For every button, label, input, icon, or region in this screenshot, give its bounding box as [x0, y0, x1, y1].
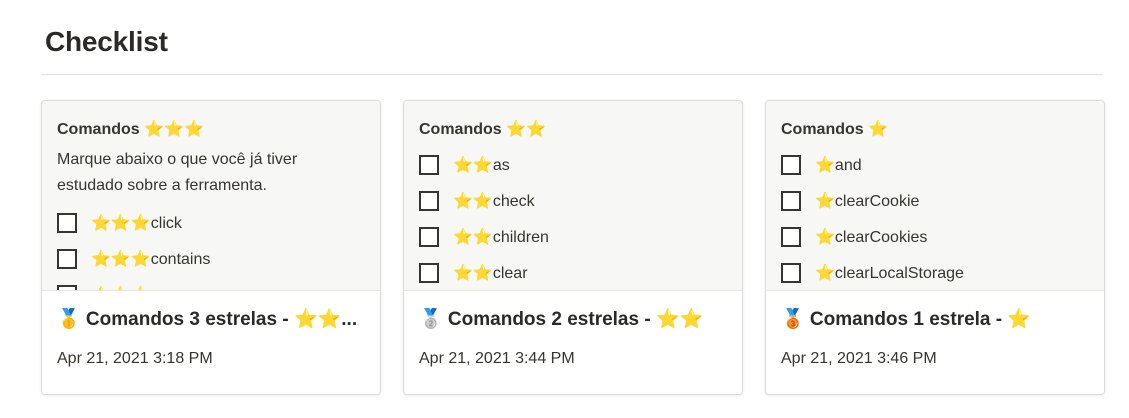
card-name[interactable]: 🥉 Comandos 1 estrela - ⭐: [781, 306, 1094, 334]
checkbox[interactable]: [57, 285, 77, 290]
todo-item: ⭐clearCookie: [781, 183, 1089, 219]
todo-label: ⭐⭐clear: [453, 265, 528, 282]
checkbox[interactable]: [781, 191, 801, 211]
checkbox[interactable]: [781, 263, 801, 283]
todo-item: ⭐and: [781, 147, 1089, 183]
todo-label: ⭐and: [815, 157, 862, 174]
preview-title: Comandos ⭐⭐⭐: [57, 121, 204, 138]
checkbox[interactable]: [419, 263, 439, 283]
title-divider: [41, 74, 1103, 75]
gallery-card[interactable]: Comandos ⭐ ⭐and ⭐clearCookie ⭐clearCooki…: [765, 100, 1105, 395]
page-title: Checklist: [45, 26, 168, 57]
checkbox[interactable]: [781, 155, 801, 175]
card-date: Apr 21, 2021 3:18 PM: [57, 350, 213, 367]
card-preview: Comandos ⭐ ⭐and ⭐clearCookie ⭐clearCooki…: [766, 101, 1104, 291]
card-preview: Comandos ⭐⭐ ⭐⭐as ⭐⭐check ⭐⭐children ⭐⭐cl…: [404, 101, 742, 291]
todo-item: ⭐⭐⭐click: [57, 205, 365, 241]
card-footer: 🥇 Comandos 3 estrelas - ⭐⭐... Apr 21, 20…: [57, 306, 370, 368]
preview-title: Comandos ⭐: [781, 121, 889, 138]
gallery-card[interactable]: Comandos ⭐⭐ ⭐⭐as ⭐⭐check ⭐⭐children ⭐⭐cl…: [403, 100, 743, 395]
todo-label: ⭐clearCookie: [815, 193, 920, 210]
todo-label: ⭐⭐⭐: [91, 285, 151, 290]
checkbox[interactable]: [57, 213, 77, 233]
todo-item: ⭐⭐as: [419, 147, 727, 183]
card-date: Apr 21, 2021 3:46 PM: [781, 350, 937, 367]
checkbox[interactable]: [419, 227, 439, 247]
todo-label: ⭐clearLocalStorage: [815, 265, 964, 282]
card-preview: Comandos ⭐⭐⭐ Marque abaixo o que você já…: [42, 101, 380, 291]
preview-title: Comandos ⭐⭐: [419, 121, 546, 138]
checkbox[interactable]: [419, 155, 439, 175]
card-name[interactable]: 🥇 Comandos 3 estrelas - ⭐⭐...: [57, 306, 370, 334]
checkbox[interactable]: [57, 249, 77, 269]
todo-label: ⭐⭐⭐contains: [91, 251, 211, 268]
checkbox[interactable]: [419, 191, 439, 211]
todo-label: ⭐⭐as: [453, 157, 510, 174]
gallery-card[interactable]: Comandos ⭐⭐⭐ Marque abaixo o que você já…: [41, 100, 381, 395]
todo-item: ⭐⭐check: [419, 183, 727, 219]
todo-label: ⭐⭐⭐click: [91, 215, 182, 232]
preview-description: Marque abaixo o que você já tiver estuda…: [57, 151, 298, 194]
card-footer: 🥈 Comandos 2 estrelas - ⭐⭐ Apr 21, 2021 …: [419, 306, 732, 368]
todo-item: ⭐clearLocalStorage: [781, 255, 1089, 290]
todo-item: ⭐⭐clear: [419, 255, 727, 290]
todo-item: ⭐⭐⭐: [57, 277, 365, 290]
todo-label: ⭐⭐children: [453, 229, 549, 246]
checkbox[interactable]: [781, 227, 801, 247]
card-name[interactable]: 🥈 Comandos 2 estrelas - ⭐⭐: [419, 306, 732, 334]
todo-item: ⭐⭐children: [419, 219, 727, 255]
card-date: Apr 21, 2021 3:44 PM: [419, 350, 575, 367]
todo-label: ⭐⭐check: [453, 193, 535, 210]
todo-label: ⭐clearCookies: [815, 229, 928, 246]
todo-item: ⭐clearCookies: [781, 219, 1089, 255]
card-footer: 🥉 Comandos 1 estrela - ⭐ Apr 21, 2021 3:…: [781, 306, 1094, 368]
todo-item: ⭐⭐⭐contains: [57, 241, 365, 277]
